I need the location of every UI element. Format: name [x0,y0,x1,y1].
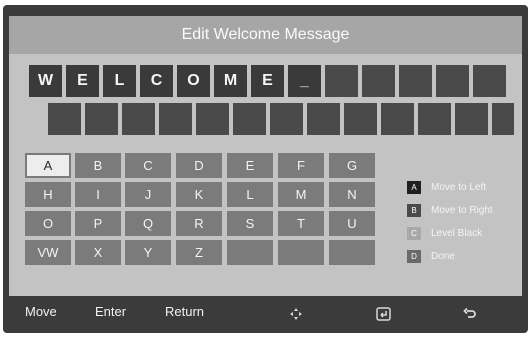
legend-done[interactable]: D Done [407,248,455,264]
key-s[interactable]: S [227,211,273,236]
message-char-cell[interactable] [381,103,414,135]
message-char-cell[interactable] [325,65,358,97]
message-char-cell[interactable] [418,103,451,135]
key-c[interactable]: C [125,153,171,178]
key-i[interactable]: I [75,182,121,207]
legend-move-left[interactable]: A Move to Left [407,179,486,195]
b-button-icon: B [407,203,421,217]
message-char-cell[interactable] [473,65,506,97]
enter-hint: Enter [95,304,127,319]
key-m[interactable]: M [278,182,324,207]
a-button-icon: A [407,180,421,194]
message-char-cell[interactable]: M [214,65,247,97]
message-char-cell[interactable]: E [251,65,284,97]
legend-label: Level Black [431,227,483,239]
footer-bar: Move Enter Return [3,298,528,328]
message-char-cell[interactable] [159,103,192,135]
key-b[interactable]: B [75,153,121,178]
return-icon [462,306,478,322]
key-l[interactable]: L [227,182,273,207]
key-h[interactable]: H [25,182,71,207]
message-char-cell[interactable] [399,65,432,97]
message-char-cell[interactable]: L [103,65,136,97]
message-char-cell[interactable] [455,103,488,135]
page-title: Edit Welcome Message [9,16,522,54]
message-char-cell[interactable]: E [66,65,99,97]
key-t[interactable]: T [278,211,324,236]
key-e[interactable]: E [227,153,273,178]
edit-welcome-panel: Edit Welcome Message W E L C O M E _ A B… [9,16,522,296]
key-u[interactable]: U [329,211,375,236]
key-d[interactable]: D [176,153,222,178]
message-char-cell[interactable] [344,103,377,135]
legend-label: Done [431,250,455,262]
message-char-cell[interactable] [307,103,340,135]
message-cursor-cell[interactable]: _ [288,65,321,97]
key-blank [278,240,324,265]
enter-icon [375,306,391,322]
message-char-cell[interactable] [196,103,229,135]
d-button-icon: D [407,249,421,263]
message-char-cell[interactable] [122,103,155,135]
key-f[interactable]: F [278,153,324,178]
legend-move-right[interactable]: B Move to Right [407,202,493,218]
key-n[interactable]: N [329,182,375,207]
message-char-cell[interactable] [85,103,118,135]
move-hint: Move [25,304,57,319]
message-char-cell[interactable] [436,65,469,97]
message-char-cell[interactable]: W [29,65,62,97]
key-p[interactable]: P [75,211,121,236]
key-a[interactable]: A [25,153,71,178]
key-r[interactable]: R [176,211,222,236]
message-char-cell[interactable] [362,65,395,97]
message-char-cell[interactable] [270,103,303,135]
key-o[interactable]: O [25,211,71,236]
key-vw[interactable]: VW [25,240,71,265]
key-blank [329,240,375,265]
c-button-icon: C [407,226,421,240]
message-char-cell[interactable] [48,103,81,135]
key-y[interactable]: Y [125,240,171,265]
key-j[interactable]: J [125,182,171,207]
key-g[interactable]: G [329,153,375,178]
key-k[interactable]: K [176,182,222,207]
legend-level-black[interactable]: C Level Black [407,225,482,241]
message-char-cell[interactable]: O [177,65,210,97]
key-q[interactable]: Q [125,211,171,236]
message-char-cell[interactable]: C [140,65,173,97]
legend-label: Move to Right [431,204,493,216]
message-char-cell[interactable] [492,103,514,135]
key-z[interactable]: Z [176,240,222,265]
legend-label: Move to Left [431,181,487,193]
return-hint: Return [165,304,205,319]
key-blank [227,240,273,265]
message-char-cell[interactable] [233,103,266,135]
move-arrows-icon [288,306,304,322]
key-x[interactable]: X [75,240,121,265]
